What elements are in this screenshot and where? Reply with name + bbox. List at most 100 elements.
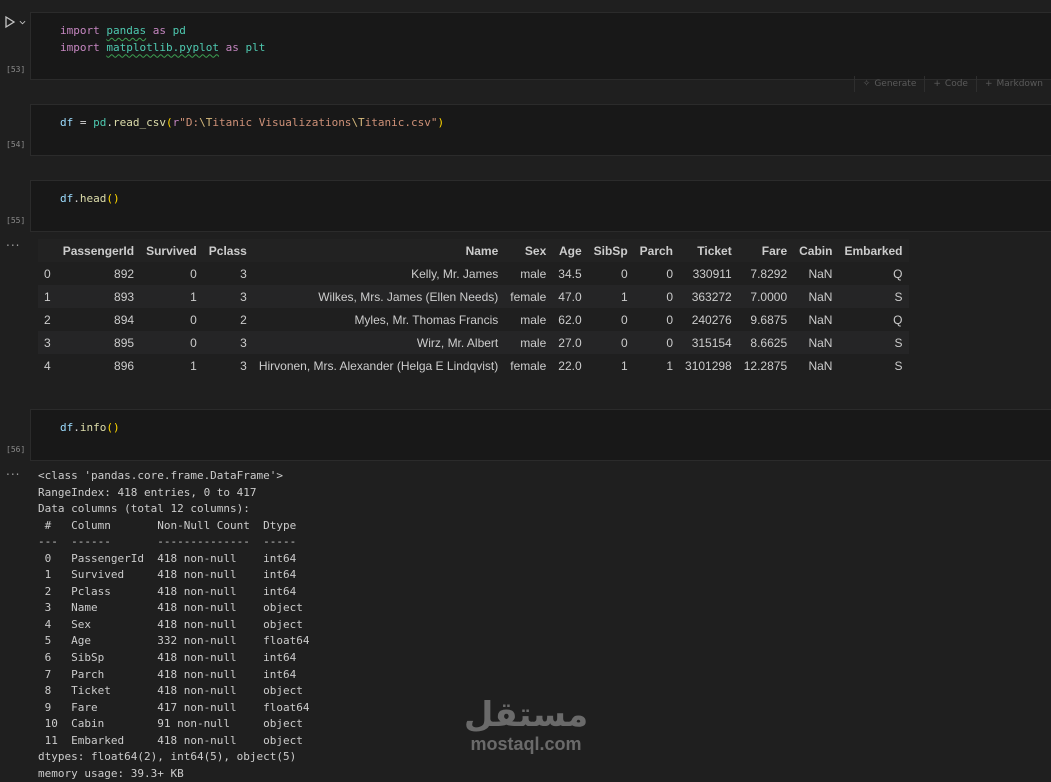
table-cell: 0 <box>587 331 634 354</box>
table-cell: Wirz, Mr. Albert <box>252 331 505 354</box>
code-token: pandas <box>106 24 147 37</box>
row-index: 0 <box>44 266 51 281</box>
table-cell: Kelly, Mr. James <box>411 266 499 281</box>
code-token: read_csv <box>113 116 166 129</box>
table-cell: 1 <box>587 285 634 308</box>
table-cell: 62.0 <box>558 312 582 327</box>
row-index: 2 <box>44 312 51 327</box>
table-cell: 47.0 <box>552 285 588 308</box>
table-cell: 0 <box>620 266 628 281</box>
table-cell: 896 <box>114 358 135 373</box>
code-token: . <box>106 116 113 129</box>
play-icon <box>5 15 16 29</box>
table-cell: NaN <box>793 331 839 354</box>
code-token: ( <box>165 116 173 129</box>
code-cell-53[interactable]: import pandas as pd import matplotlib.pyp… <box>30 12 1051 80</box>
code-token: plt <box>245 40 266 54</box>
code-token: \T <box>199 116 213 129</box>
table-cell: 0 <box>190 266 197 281</box>
code-token: as <box>225 40 239 54</box>
column-header: Parch <box>633 239 680 262</box>
table-header-row: PassengerId Survived Pclass Name Sex Age SibSp… <box>38 239 909 262</box>
table-row: 4 896 1 3 Hirvonen, Mrs. Alexander (Helga E … <box>38 354 909 377</box>
table-cell: Wilkes, Mrs. James (Ellen Needs) <box>252 285 505 308</box>
column-header <box>38 239 57 262</box>
code-cell-55[interactable]: df.head() <box>30 180 1051 232</box>
column-header: SibSp <box>587 239 634 262</box>
code-line: import pandas as pd <box>60 23 265 40</box>
table-row: 0 892 0 3 Kelly, Mr. James male 34.5 0 0 330911 7.… <box>38 262 909 285</box>
generate-button[interactable]: ✧ Generate <box>853 76 925 92</box>
table-cell: 893 <box>56 285 141 308</box>
execution-count: [54] <box>6 140 26 149</box>
table-cell: 22.0 <box>558 358 582 373</box>
execution-count: [55] <box>6 216 26 225</box>
cell-code[interactable]: import pandas as pd import matplotlib.pyp… <box>60 23 265 56</box>
row-index: 4 <box>44 358 51 373</box>
code-token: . <box>73 421 80 434</box>
table-cell: 34.5 <box>558 266 582 281</box>
chevron-down-icon[interactable] <box>19 19 26 26</box>
table-cell: 1 <box>190 358 197 373</box>
table-cell: 895 <box>56 331 141 354</box>
column-header: Cabin <box>793 239 839 262</box>
table-cell: male <box>520 312 547 327</box>
code-line: df = pd.read_csv(r"D:\Titanic Visualizat… <box>60 115 444 132</box>
row-index: 1 <box>38 285 57 308</box>
table-cell: Myles, Mr. Thomas Francis <box>354 312 499 327</box>
column-header: Pclass <box>202 239 253 262</box>
table-cell: female <box>504 285 553 308</box>
column-header: PassengerId <box>56 239 141 262</box>
table-cell: male <box>520 266 547 281</box>
code-token: import <box>60 24 100 37</box>
cell-code[interactable]: df = pd.read_csv(r"D:\Titanic Visualizat… <box>60 115 444 132</box>
code-cell-56[interactable]: df.info() <box>30 409 1051 461</box>
output-menu-button[interactable]: ... <box>6 464 20 478</box>
code-token: () <box>106 192 120 205</box>
table-cell: 3101298 <box>685 358 732 373</box>
table-cell: 0 <box>620 312 628 327</box>
table-cell: NaN <box>808 312 833 327</box>
table-cell: Q <box>893 312 903 327</box>
table-cell: 2 <box>240 312 247 327</box>
info-output: <class 'pandas.core.frame.DataFrame'> Ra… <box>38 469 310 780</box>
table-row: 3 895 0 3 Wirz, Mr. Albert male 27.0 0 0 315154 8.… <box>38 331 909 354</box>
table-row: 2 894 0 2 Myles, Mr. Thomas Francis male 62.0 0… <box>38 308 909 331</box>
cell-code[interactable]: df.info() <box>60 420 120 437</box>
run-cell-button[interactable] <box>0 12 28 32</box>
table-cell: 7.0000 <box>737 285 794 308</box>
column-header: Fare <box>737 239 794 262</box>
code-token: . <box>73 192 80 205</box>
table-cell: 0 <box>633 331 680 354</box>
column-header: Sex <box>504 239 553 262</box>
code-token: import <box>60 40 100 54</box>
code-token: df <box>60 421 74 434</box>
table-cell: 1 <box>140 285 203 308</box>
table-row: 1 893 1 3 Wilkes, Mrs. James (Ellen Needs) fe… <box>38 285 909 308</box>
output-menu-button[interactable]: ... <box>6 235 20 249</box>
code-token: ) <box>437 116 445 129</box>
execution-count: [56] <box>6 445 26 454</box>
generate-label: Generate <box>874 79 917 89</box>
plus-icon: + <box>933 79 941 89</box>
code-line: df.info() <box>60 420 120 437</box>
table-cell: 315154 <box>679 331 738 354</box>
table-cell: NaN <box>808 358 833 373</box>
table-cell: NaN <box>793 285 839 308</box>
code-cell-54[interactable]: df = pd.read_csv(r"D:\Titanic Visualizat… <box>30 104 1051 156</box>
table-cell: 892 <box>114 266 135 281</box>
table-cell: female <box>510 358 547 373</box>
add-code-button[interactable]: + Code <box>924 76 976 92</box>
code-token: info <box>79 421 107 434</box>
table-cell: 12.2875 <box>743 358 788 373</box>
code-token: pd <box>172 24 186 37</box>
cell-code[interactable]: df.head() <box>60 191 120 208</box>
table-cell: 1 <box>620 358 628 373</box>
table-cell: NaN <box>808 266 833 281</box>
add-markdown-button[interactable]: + Markdown <box>975 76 1051 92</box>
code-token: () <box>106 421 120 434</box>
sparkle-icon: ✧ <box>862 79 871 89</box>
table-cell: 0 <box>140 331 203 354</box>
table-cell: 894 <box>114 312 135 327</box>
